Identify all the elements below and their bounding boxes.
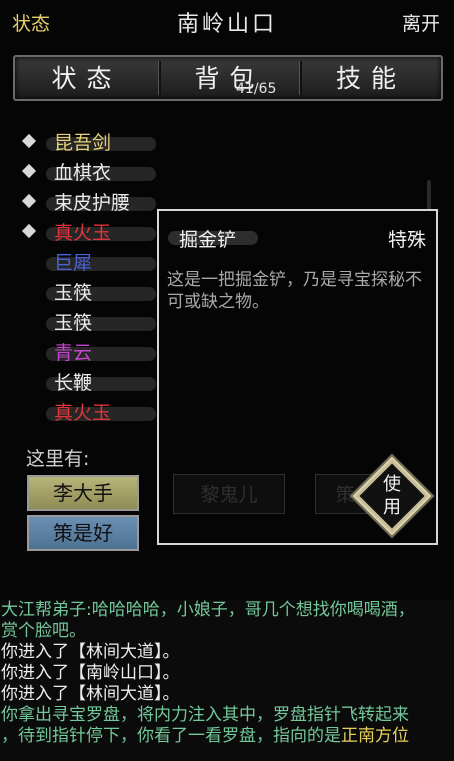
item-name: 真火玉 — [54, 222, 112, 244]
inventory-item[interactable]: 玉筷 — [22, 308, 162, 338]
item-type: 特殊 — [387, 229, 426, 251]
location-title: 南岭山口 — [176, 12, 277, 37]
message-log: 大江帮弟子:哈哈哈哈，小娘子，哥几个想找你喝喝酒， 赏个脸吧。 你进入了【林间大… — [0, 600, 454, 761]
log-speaker: 大江帮弟子 — [1, 600, 86, 620]
log-line: 你进入了【林间大道】。 — [1, 642, 180, 662]
use-label: 使用 — [349, 473, 435, 519]
item-name: 长鞭 — [54, 372, 93, 394]
log-line: 你拿出寻宝罗盘，将内力注入其中，罗盘指针飞转起来 — [1, 705, 409, 725]
inventory-item[interactable]: 玉筷 — [22, 278, 162, 308]
item-name: 玉筷 — [54, 312, 93, 334]
top-bar: 状态 南岭山口 离开 — [0, 0, 454, 44]
use-button[interactable]: 使用 — [349, 453, 435, 539]
item-name: 昆吾剑 — [54, 132, 112, 154]
log-line: ，待到指针停下，你看了一看罗盘，指向的是正南方位 — [1, 726, 454, 747]
leave-button[interactable]: 离开 — [402, 9, 440, 36]
item-name: 青云 — [54, 342, 93, 364]
dimmed-npc-button: 黎鬼儿 — [173, 474, 285, 514]
here-label: 这里有: — [26, 448, 90, 470]
log-line: 你进入了【南岭山口】。 — [1, 663, 180, 683]
log-speech: :哈哈哈哈，小娘子，哥几个想找你喝喝酒， — [86, 600, 415, 620]
npc-button[interactable]: 李大手 — [27, 475, 139, 511]
inventory-item[interactable]: 青云 — [22, 338, 162, 368]
item-name: 真火玉 — [54, 402, 112, 424]
inventory-list: 昆吾剑 血棋衣 束皮护腰 真火玉 巨犀 玉筷 玉筷 青云 长鞭 真火玉 — [21, 128, 162, 428]
bullet-icon — [21, 133, 37, 149]
log-text: ，待到指针停下，你看了一看罗盘，指向的是 — [1, 726, 341, 746]
tab-status[interactable]: 状态 — [15, 57, 158, 99]
use-label-char: 使 — [383, 474, 401, 495]
inventory-item[interactable]: 昆吾剑 — [21, 128, 162, 158]
inventory-item[interactable]: 束皮护腰 — [21, 188, 162, 218]
log-direction: 正南方位 — [341, 726, 409, 746]
inventory-item[interactable]: 长鞭 — [22, 368, 162, 398]
npc-button[interactable]: 策是好 — [27, 515, 139, 551]
bullet-icon — [21, 193, 37, 209]
log-line: 赏个脸吧。 — [1, 621, 86, 641]
log-line: 你进入了【林间大道】。 — [1, 684, 180, 704]
tab-bag[interactable]: 背包 — [158, 57, 301, 99]
item-name: 玉筷 — [54, 282, 93, 304]
inventory-item[interactable]: 真火玉 — [21, 218, 162, 248]
item-name: 掘金铲 — [179, 229, 237, 251]
inventory-item[interactable]: 真火玉 — [22, 398, 162, 428]
bullet-icon — [21, 223, 37, 239]
item-name: 巨犀 — [54, 252, 93, 274]
inventory-item[interactable]: 血棋衣 — [21, 158, 162, 188]
tab-bar: 状态 背包 技能 — [13, 55, 443, 101]
tab-skills[interactable]: 技能 — [301, 57, 441, 99]
bag-count: 41/65 — [236, 81, 277, 97]
use-label-char: 用 — [383, 497, 401, 518]
log-line: 大江帮弟子:哈哈哈哈，小娘子，哥几个想找你喝喝酒， — [1, 600, 454, 621]
item-description: 这是一把掘金铲，乃是寻宝探秘不可或缺之物。 — [167, 270, 422, 312]
inventory-item[interactable]: 巨犀 — [22, 248, 162, 278]
bullet-icon — [21, 163, 37, 179]
item-name: 束皮护腰 — [54, 192, 131, 214]
item-name: 血棋衣 — [54, 162, 112, 184]
